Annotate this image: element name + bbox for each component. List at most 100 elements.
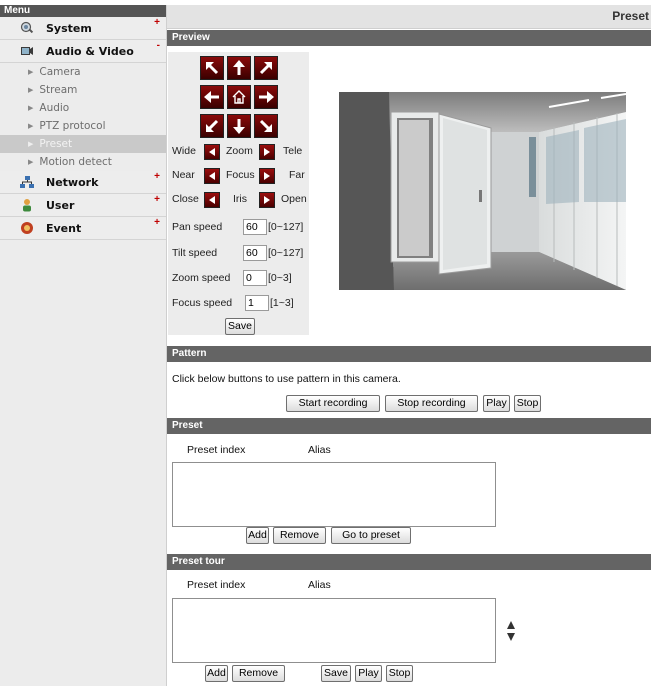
focus-far-label: Far (289, 169, 305, 181)
pan-speed-row: Pan speed [0~127] (172, 219, 309, 237)
stop-recording-button[interactable]: Stop recording (385, 395, 478, 412)
sidebar-item-user[interactable]: User + (0, 194, 166, 217)
move-down-icon[interactable] (506, 632, 516, 642)
expand-icon[interactable]: + (154, 195, 160, 205)
triangle-left-icon (209, 172, 215, 180)
page-title-bar: Preset (167, 5, 651, 29)
preset-section-header: Preset (167, 418, 651, 434)
pan-left-button[interactable] (200, 85, 224, 109)
zoom-wide-label: Wide (172, 145, 196, 157)
sidebar-subitem-motion-detect[interactable]: ▶ Motion detect (0, 153, 166, 171)
audio-video-icon (20, 44, 34, 58)
sidebar-item-system[interactable]: System + (0, 17, 166, 40)
sidebar-item-label: Network (46, 175, 99, 189)
chevron-right-icon: ▶ (28, 104, 34, 112)
ptz-home-button[interactable] (227, 85, 251, 109)
tilt-speed-label: Tilt speed (172, 247, 218, 259)
zoom-speed-range: [0~3] (268, 272, 292, 284)
start-recording-button[interactable]: Start recording (286, 395, 380, 412)
sidebar-item-event[interactable]: Event + (0, 217, 166, 240)
sidebar-item-label: Audio & Video (46, 44, 134, 58)
sidebar-subitem-audio[interactable]: ▶ Audio (0, 99, 166, 117)
chevron-right-icon: ▶ (28, 122, 34, 130)
tilt-up-button[interactable] (227, 56, 251, 80)
sidebar-subitem-label: Motion detect (39, 156, 112, 168)
sidebar-subitem-label: PTZ protocol (39, 120, 106, 132)
ptz-control-panel: Wide Zoom Tele Near Focus Far Close Iris… (168, 52, 309, 335)
tour-remove-button[interactable]: Remove (232, 665, 285, 682)
tour-alias-column-header: Alias (308, 579, 331, 591)
preset-tour-list[interactable] (172, 598, 496, 663)
zoom-tele-button[interactable] (259, 144, 275, 160)
zoom-speed-row: Zoom speed [0~3] (172, 270, 309, 288)
iris-open-button[interactable] (259, 192, 275, 208)
preset-add-button[interactable]: Add (246, 527, 269, 544)
expand-icon[interactable]: + (154, 218, 160, 228)
tilt-speed-input[interactable] (243, 245, 267, 261)
collapse-icon[interactable]: - (157, 41, 160, 51)
focus-speed-label: Focus speed (172, 297, 233, 309)
pan-down-left-button[interactable] (200, 114, 224, 138)
tilt-speed-row: Tilt speed [0~127] (172, 245, 309, 263)
pan-speed-range: [0~127] (268, 221, 304, 233)
pan-down-right-button[interactable] (254, 114, 278, 138)
ptz-save-button[interactable]: Save (225, 318, 255, 335)
tilt-down-button[interactable] (227, 114, 251, 138)
pattern-stop-button[interactable]: Stop (514, 395, 541, 412)
arrow-right-icon (259, 91, 274, 103)
pattern-play-button[interactable]: Play (483, 395, 510, 412)
zoom-label: Zoom (226, 145, 253, 157)
preview-section-header: Preview (167, 30, 651, 46)
iris-close-button[interactable] (204, 192, 220, 208)
tour-stop-button[interactable]: Stop (386, 665, 413, 682)
system-icon (20, 21, 34, 35)
tour-save-button[interactable]: Save (321, 665, 351, 682)
arrow-down-left-icon (206, 119, 219, 132)
tour-add-button[interactable]: Add (205, 665, 228, 682)
preset-list[interactable] (172, 462, 496, 527)
focus-control-row: Near Focus Far (172, 168, 309, 184)
pan-right-button[interactable] (254, 85, 278, 109)
sidebar-item-label: User (46, 198, 75, 212)
zoom-speed-input[interactable] (243, 270, 267, 286)
chevron-right-icon: ▶ (28, 86, 34, 94)
move-up-icon[interactable] (506, 620, 516, 630)
sidebar-subitem-camera[interactable]: ▶ Camera (0, 63, 166, 81)
arrow-down-icon (233, 119, 245, 134)
focus-near-label: Near (172, 169, 195, 181)
focus-far-button[interactable] (259, 168, 275, 184)
arrow-left-icon (204, 91, 219, 103)
sidebar-subitem-preset[interactable]: ▶ Preset (0, 135, 166, 153)
pan-speed-input[interactable] (243, 219, 267, 235)
sidebar-subitem-ptz-protocol[interactable]: ▶ PTZ protocol (0, 117, 166, 135)
pattern-description: Click below buttons to use pattern in th… (172, 373, 401, 385)
pan-up-right-button[interactable] (254, 56, 278, 80)
event-icon (20, 221, 34, 235)
arrow-up-icon (233, 60, 245, 75)
tour-play-button[interactable]: Play (355, 665, 382, 682)
preset-remove-button[interactable]: Remove (273, 527, 326, 544)
iris-open-label: Open (281, 193, 307, 205)
sidebar-item-network[interactable]: Network + (0, 171, 166, 194)
camera-preview-image (339, 92, 626, 290)
tour-reorder-control (506, 620, 516, 644)
expand-icon[interactable]: + (154, 172, 160, 182)
sidebar-subitem-label: Stream (39, 84, 78, 96)
pan-up-left-button[interactable] (200, 56, 224, 80)
go-to-preset-button[interactable]: Go to preset (331, 527, 411, 544)
focus-speed-row: Focus speed [1~3] (172, 295, 309, 313)
focus-speed-input[interactable] (245, 295, 269, 311)
sidebar-item-audio-video[interactable]: Audio & Video - (0, 40, 166, 63)
focus-speed-range: [1~3] (270, 297, 294, 309)
triangle-right-icon (264, 196, 270, 204)
sidebar-subitem-stream[interactable]: ▶ Stream (0, 81, 166, 99)
expand-icon[interactable]: + (154, 18, 160, 28)
iris-label: Iris (233, 193, 247, 205)
triangle-left-icon (209, 196, 215, 204)
pattern-section-header: Pattern (167, 346, 651, 362)
sidebar: Menu System + Audio & Video - ▶ Camera ▶… (0, 5, 167, 686)
sidebar-subitem-label: Camera (39, 66, 81, 78)
focus-near-button[interactable] (204, 168, 220, 184)
pan-speed-label: Pan speed (172, 221, 223, 233)
zoom-wide-button[interactable] (204, 144, 220, 160)
